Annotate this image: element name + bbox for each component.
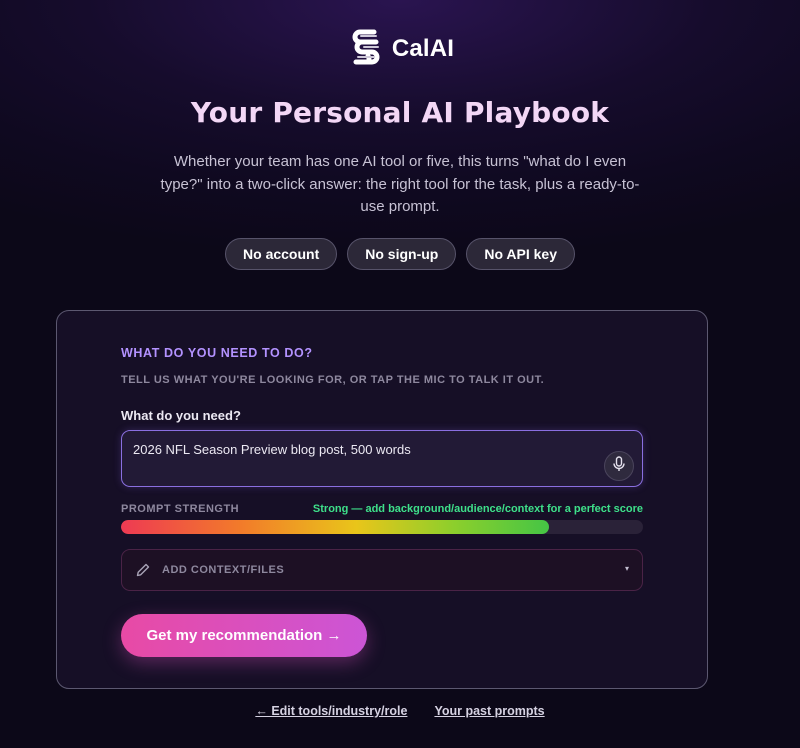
edit-tools-link[interactable]: ← Edit tools/industry/role bbox=[255, 704, 407, 718]
form-kicker: WHAT DO YOU NEED TO DO? bbox=[121, 346, 313, 360]
microphone-icon bbox=[612, 455, 626, 477]
form-hint: TELL US WHAT YOU'RE LOOKING FOR, OR TAP … bbox=[121, 374, 545, 386]
footer-links: ← Edit tools/industry/role Your past pro… bbox=[0, 704, 800, 718]
pencil-icon bbox=[135, 562, 151, 578]
need-field-label: What do you need? bbox=[121, 408, 241, 423]
microphone-button[interactable] bbox=[604, 451, 634, 481]
pill-no-api-key: No API key bbox=[466, 238, 575, 270]
pill-no-signup: No sign-up bbox=[347, 238, 457, 270]
prompt-strength-bar bbox=[121, 520, 643, 534]
request-form-card: WHAT DO YOU NEED TO DO? TELL US WHAT YOU… bbox=[56, 310, 708, 689]
brand-logo: CalAI bbox=[0, 27, 800, 71]
feature-pills: No account No sign-up No API key bbox=[0, 238, 800, 270]
prompt-strength-message: Strong — add background/audience/context… bbox=[312, 503, 643, 515]
prompt-strength-fill bbox=[121, 520, 550, 534]
brand-name: CalAI bbox=[391, 35, 455, 62]
add-context-label: ADD CONTEXT/FILES bbox=[162, 564, 285, 576]
need-input[interactable]: 2026 NFL Season Preview blog post, 500 w… bbox=[121, 430, 643, 487]
chevron-down-icon: ▾ bbox=[624, 564, 629, 573]
prompt-strength-label: PROMPT STRENGTH bbox=[121, 503, 240, 515]
page-title: Your Personal AI Playbook bbox=[190, 96, 610, 129]
need-input-value[interactable]: 2026 NFL Season Preview blog post, 500 w… bbox=[133, 442, 411, 457]
get-recommendation-button[interactable]: Get my recommendation → bbox=[121, 614, 367, 657]
page-subtitle: Whether your team has one AI tool or fiv… bbox=[160, 153, 640, 215]
past-prompts-link[interactable]: Your past prompts bbox=[434, 704, 544, 718]
pill-no-account: No account bbox=[225, 238, 338, 270]
add-context-toggle[interactable]: ADD CONTEXT/FILES ▾ bbox=[121, 549, 643, 591]
stacked-s-logo-icon bbox=[346, 27, 386, 71]
